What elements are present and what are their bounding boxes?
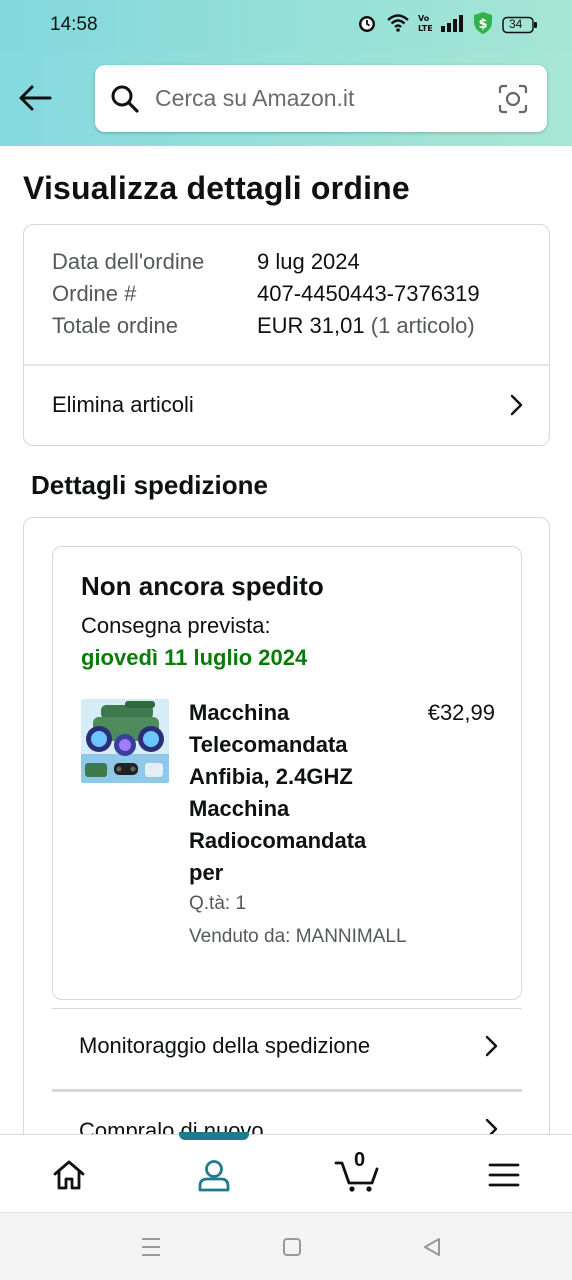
app-header	[0, 52, 572, 146]
chevron-right-icon	[510, 394, 523, 416]
cart-count: 0	[354, 1149, 366, 1171]
svg-text:LTE: LTE	[418, 24, 432, 33]
account-icon[interactable]	[192, 1153, 236, 1197]
section-title-shipment: Dettagli spedizione	[31, 470, 268, 500]
active-tab-indicator	[179, 1132, 249, 1140]
order-total-label: Totale ordine	[52, 313, 178, 338]
order-date-value: 9 lug 2024	[257, 249, 360, 274]
battery-level: 34	[509, 17, 523, 31]
back-button[interactable]	[16, 80, 54, 116]
product-title-line: Telecomandata	[189, 732, 348, 757]
order-summary-card: Data dell'ordine 9 lug 2024 Ordine # 407…	[23, 224, 550, 446]
alarm-icon	[356, 12, 378, 39]
status-icons: Vo LTE $ 34	[356, 11, 538, 40]
home-icon[interactable]	[47, 1153, 91, 1197]
search-bar[interactable]	[95, 65, 547, 132]
product-title-line: Macchina	[189, 796, 290, 821]
volte-icon: Vo LTE	[418, 12, 433, 39]
remove-items-link[interactable]: Elimina articoli	[24, 365, 549, 445]
order-total-items: (1 articolo)	[370, 313, 475, 338]
shipment-card: Non ancora spedito Consegna prevista: gi…	[23, 517, 550, 1157]
search-input[interactable]	[155, 85, 475, 112]
delivery-date: giovedì 11 luglio 2024	[81, 645, 308, 670]
product-price: €32,99	[427, 700, 495, 725]
track-shipment-label: Monitoraggio della spedizione	[79, 1033, 371, 1058]
system-nav-bar	[0, 1212, 572, 1280]
battery-icon: 34	[502, 16, 538, 34]
search-icon	[109, 83, 141, 115]
product-title-line: Macchina	[189, 700, 290, 725]
menu-icon[interactable]	[482, 1153, 526, 1197]
svg-text:Vo: Vo	[418, 14, 430, 23]
camera-search-icon[interactable]	[497, 83, 529, 115]
product-title-line: Anfibia, 2.4GHZ	[189, 764, 353, 789]
chevron-right-icon	[485, 1035, 498, 1057]
cart-icon[interactable]: 0	[334, 1149, 380, 1197]
product-quantity: Q.tà: 1	[189, 893, 247, 914]
shield-icon: $	[472, 11, 494, 40]
wifi-icon	[386, 13, 410, 38]
product-seller: Venduto da: MANNIMALL	[189, 926, 407, 947]
delivery-label: Consegna prevista:	[81, 613, 271, 638]
order-date-label: Data dell'ordine	[52, 249, 205, 274]
recent-apps-icon[interactable]	[137, 1233, 165, 1261]
remove-items-label: Elimina articoli	[52, 392, 194, 417]
order-number-value: 407-4450443-7376319	[257, 281, 480, 306]
back-triangle-icon[interactable]	[418, 1233, 446, 1261]
shipment-item-card: Non ancora spedito Consegna prevista: gi…	[52, 546, 522, 1000]
page-title: Visualizza dettagli ordine	[23, 170, 410, 206]
status-bar: 14:58 Vo LTE $ 34	[0, 0, 572, 52]
product-image[interactable]	[81, 699, 169, 783]
signal-icon	[440, 13, 464, 38]
shipment-status: Non ancora spedito	[81, 571, 324, 601]
product-title-line: Radiocomandata	[189, 828, 367, 853]
product-title-link[interactable]: Macchina Telecomandata Anfibia, 2.4GHZ M…	[189, 697, 389, 889]
order-total-value: EUR 31,01 (1 articolo)	[257, 313, 475, 339]
svg-text:$: $	[479, 17, 488, 32]
order-number-label: Ordine #	[52, 281, 137, 306]
back-arrow-icon	[19, 85, 52, 111]
order-total-amount: EUR 31,01	[257, 313, 365, 338]
bottom-nav: 0	[0, 1132, 572, 1212]
product-title-line: per	[189, 860, 224, 885]
status-time: 14:58	[50, 14, 98, 35]
home-button-icon[interactable]	[278, 1233, 306, 1261]
track-shipment-link[interactable]: Monitoraggio della spedizione	[52, 1008, 522, 1078]
